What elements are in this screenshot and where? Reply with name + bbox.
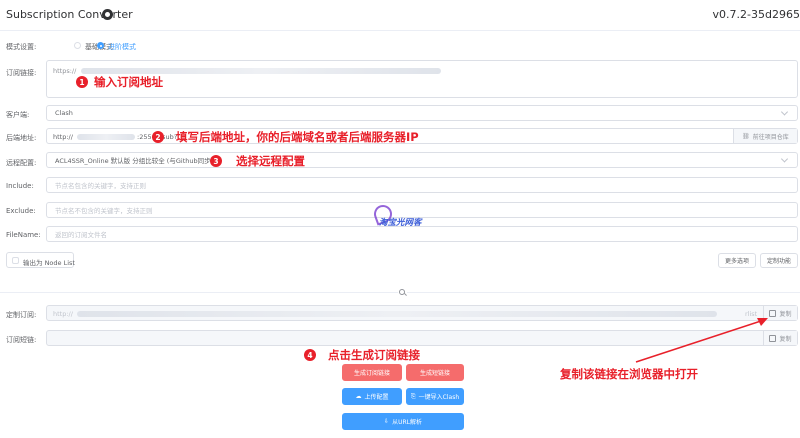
arrow-line xyxy=(635,319,765,363)
watermark-text: 淘宝光网客 xyxy=(379,218,422,228)
